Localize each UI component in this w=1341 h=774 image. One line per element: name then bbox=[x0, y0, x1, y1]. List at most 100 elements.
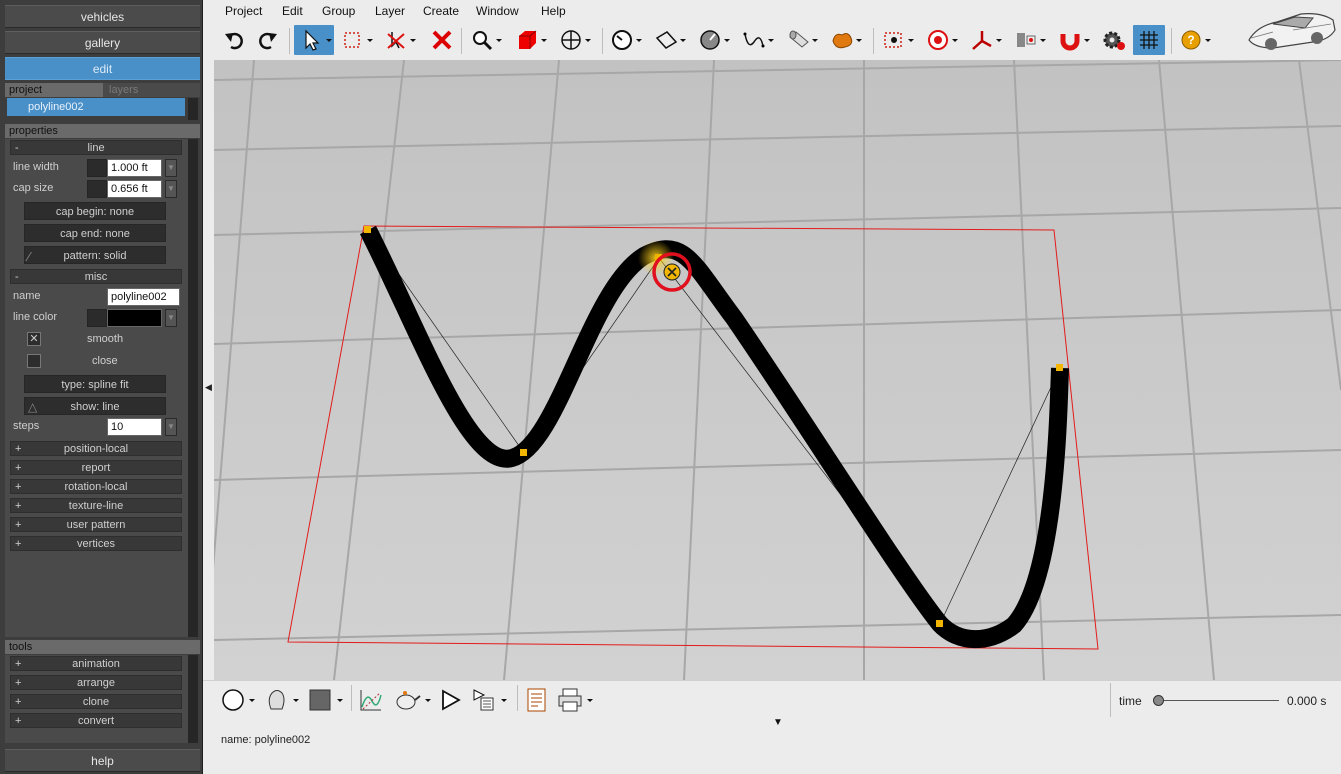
steps-input[interactable]: 10 bbox=[107, 418, 162, 436]
line-width-handle bbox=[87, 159, 107, 177]
dial-icon[interactable] bbox=[609, 25, 645, 55]
properties-scrollbar[interactable] bbox=[188, 139, 198, 637]
menu-edit[interactable]: Edit bbox=[282, 4, 303, 18]
pattern-button[interactable]: ⁄ pattern: solid bbox=[24, 246, 166, 264]
warning-triangle-icon: △ bbox=[28, 400, 38, 414]
project-scrollbar[interactable] bbox=[188, 98, 198, 120]
target-icon[interactable] bbox=[925, 25, 961, 55]
type-button[interactable]: type: spline fit bbox=[24, 375, 166, 393]
line-width-spinner[interactable]: ▼ bbox=[165, 159, 177, 177]
show-label: show: line bbox=[70, 401, 120, 413]
cylinder-icon[interactable] bbox=[785, 25, 821, 55]
group-position-local-header[interactable]: + position-local bbox=[10, 441, 182, 456]
menu-group[interactable]: Group bbox=[322, 4, 355, 18]
teapot-icon[interactable] bbox=[393, 687, 433, 713]
expand-plus-icon: + bbox=[15, 481, 22, 493]
cap-size-label: cap size bbox=[13, 182, 54, 194]
plane-icon[interactable] bbox=[653, 25, 689, 55]
toolbar: ? bbox=[203, 13, 1341, 60]
group-misc-header[interactable]: - misc bbox=[10, 269, 182, 284]
tool-arrange-header[interactable]: + arrange bbox=[10, 675, 182, 690]
project-item-selected[interactable]: polyline002 bbox=[7, 98, 185, 116]
select-arrow-icon[interactable] bbox=[294, 25, 334, 55]
select-rectangle-icon[interactable] bbox=[340, 25, 376, 55]
group-rotation-local-header[interactable]: + rotation-local bbox=[10, 479, 182, 494]
cap-begin-button[interactable]: cap begin: none bbox=[24, 202, 166, 220]
circle-shape-icon[interactable] bbox=[219, 687, 259, 713]
cube-icon[interactable] bbox=[514, 25, 550, 55]
snap-box-icon[interactable] bbox=[881, 25, 917, 55]
collapse-panel-arrow[interactable]: ◀ bbox=[205, 382, 212, 393]
group-report-header[interactable]: + report bbox=[10, 460, 182, 475]
head-icon[interactable] bbox=[263, 687, 303, 713]
group-label: position-local bbox=[63, 443, 129, 455]
line-color-swatch[interactable] bbox=[107, 309, 162, 327]
tool-animation-header[interactable]: + animation bbox=[10, 656, 182, 671]
svg-text:?: ? bbox=[1187, 33, 1194, 47]
graph-icon[interactable] bbox=[358, 687, 384, 713]
help-button[interactable]: help bbox=[5, 749, 200, 772]
time-slider-thumb[interactable] bbox=[1153, 695, 1164, 706]
3d-viewport[interactable] bbox=[214, 60, 1341, 680]
tools-scrollbar[interactable] bbox=[188, 655, 198, 743]
menu-create[interactable]: Create bbox=[423, 4, 459, 18]
menu-window[interactable]: Window bbox=[476, 4, 519, 18]
grid-icon[interactable] bbox=[1133, 25, 1165, 55]
menu-layer[interactable]: Layer bbox=[375, 4, 405, 18]
menubar: Project Edit Group Layer Create Window H… bbox=[203, 0, 1341, 22]
magnet-icon[interactable] bbox=[1057, 25, 1093, 55]
cap-end-button[interactable]: cap end: none bbox=[24, 224, 166, 242]
steps-spinner[interactable]: ▼ bbox=[165, 418, 177, 436]
move-icon[interactable] bbox=[558, 25, 594, 55]
print-icon[interactable] bbox=[557, 687, 597, 713]
group-line-header[interactable]: - line bbox=[10, 140, 182, 155]
tool-convert-header[interactable]: + convert bbox=[10, 713, 182, 728]
deselect-icon[interactable] bbox=[383, 25, 419, 55]
line-color-dropdown[interactable]: ▼ bbox=[165, 309, 177, 327]
help-icon[interactable]: ? bbox=[1178, 25, 1214, 55]
menu-project[interactable]: Project bbox=[225, 4, 262, 18]
name-input[interactable]: polyline002 bbox=[107, 288, 180, 306]
report-icon[interactable] bbox=[524, 687, 550, 713]
zoom-icon[interactable] bbox=[469, 25, 505, 55]
align-icon[interactable] bbox=[1013, 25, 1049, 55]
nav-edit-button[interactable]: edit bbox=[5, 57, 200, 80]
show-button[interactable]: △ show: line bbox=[24, 397, 166, 415]
close-checkbox[interactable] bbox=[27, 354, 41, 368]
tab-project[interactable]: project bbox=[5, 83, 103, 97]
time-slider[interactable] bbox=[1153, 695, 1279, 707]
vertex-handle[interactable] bbox=[936, 620, 943, 627]
vertex-handle[interactable] bbox=[364, 226, 371, 233]
gear-icon[interactable] bbox=[1099, 25, 1129, 55]
cap-size-spinner[interactable]: ▼ bbox=[165, 180, 177, 198]
viewport-canvas[interactable] bbox=[214, 60, 1341, 680]
expand-plus-icon: + bbox=[15, 658, 22, 670]
nav-gallery-button[interactable]: gallery bbox=[5, 31, 200, 54]
delete-icon[interactable] bbox=[429, 25, 455, 55]
line-width-input[interactable]: 1.000 ft bbox=[107, 159, 162, 177]
menu-help[interactable]: Help bbox=[541, 4, 566, 18]
tab-layers[interactable]: layers bbox=[105, 83, 200, 97]
playlist-icon[interactable] bbox=[471, 687, 511, 713]
undo-icon[interactable] bbox=[221, 25, 247, 55]
nav-vehicles-button[interactable]: vehicles bbox=[5, 5, 200, 28]
expand-plus-icon: + bbox=[15, 462, 22, 474]
group-user-pattern-header[interactable]: + user pattern bbox=[10, 517, 182, 532]
group-texture-line-header[interactable]: + texture-line bbox=[10, 498, 182, 513]
play-icon[interactable] bbox=[437, 687, 463, 713]
status-name-text: name: polyline002 bbox=[221, 734, 311, 746]
curve-icon[interactable] bbox=[741, 25, 777, 55]
cap-size-input[interactable]: 0.656 ft bbox=[107, 180, 162, 198]
expand-arrow-icon[interactable]: ▼ bbox=[773, 717, 783, 728]
tool-clone-header[interactable]: + clone bbox=[10, 694, 182, 709]
blob-icon[interactable] bbox=[829, 25, 865, 55]
group-vertices-header[interactable]: + vertices bbox=[10, 536, 182, 551]
vertex-handle[interactable] bbox=[1056, 364, 1063, 371]
dial2-icon[interactable] bbox=[697, 25, 733, 55]
axis-icon[interactable] bbox=[969, 25, 1005, 55]
material-square-icon[interactable] bbox=[307, 687, 347, 713]
smooth-checkbox[interactable]: ✕ bbox=[27, 332, 41, 346]
vertex-handle[interactable] bbox=[520, 449, 527, 456]
group-line-label: line bbox=[87, 142, 105, 154]
redo-icon[interactable] bbox=[255, 25, 281, 55]
